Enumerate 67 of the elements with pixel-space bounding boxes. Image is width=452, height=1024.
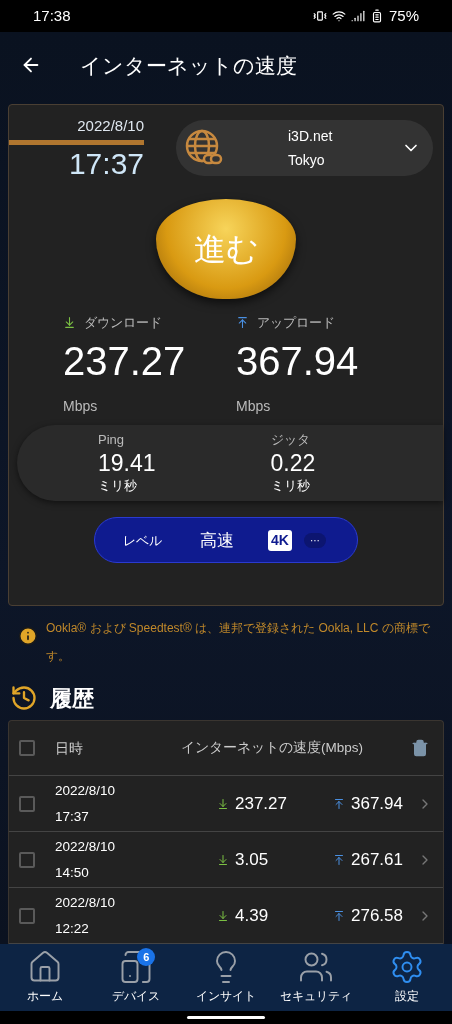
history-icon [10, 684, 38, 713]
row-date: 2022/8/10 [55, 893, 117, 912]
signal-icon [350, 9, 365, 24]
row-download: 4.39 [235, 905, 270, 927]
metric-value: 367.94 [236, 338, 360, 386]
history-title: 履歴 [50, 684, 94, 713]
download-icon [217, 797, 229, 810]
row-download: 3.05 [235, 849, 270, 871]
nav-tab[interactable]: 設定 [361, 944, 452, 1011]
row-date: 2022/8/10 [55, 837, 117, 856]
test-date: 2022/8/10 [77, 116, 144, 137]
nav-tab[interactable]: セキュリティ [271, 944, 362, 1011]
latency-value: 19.41 [98, 449, 157, 478]
count-badge: 6 [137, 948, 156, 967]
latency-unit: ミリ秒 [270, 477, 311, 496]
home-indicator[interactable] [187, 1015, 265, 1019]
server-location: Tokyo [288, 151, 326, 170]
page-title: インターネットの速度 [80, 52, 297, 79]
level-value: 高速 [200, 529, 234, 552]
row-date: 2022/8/10 [55, 781, 117, 800]
server-name: i3D.net [288, 127, 333, 146]
info-icon [18, 626, 38, 647]
latency-unit: ミリ秒 [98, 477, 138, 496]
upload-icon [333, 909, 345, 922]
row-upload: 367.94 [351, 793, 404, 815]
row-download: 237.27 [235, 793, 288, 815]
checkbox[interactable] [19, 740, 35, 757]
metric-label: アップロード [257, 313, 335, 332]
nav-tab[interactable]: インサイト [180, 944, 272, 1011]
row-time: 12:22 [55, 919, 90, 938]
upload-icon [333, 853, 345, 866]
wifi-icon [331, 9, 346, 24]
status-time: 17:38 [33, 5, 71, 26]
checkbox[interactable] [19, 795, 35, 812]
metric-value: 237.27 [63, 338, 187, 386]
metric-unit: Mbps [63, 397, 99, 417]
delete-icon[interactable] [411, 739, 429, 758]
row-upload: 267.61 [351, 849, 404, 871]
upload-icon [333, 797, 345, 810]
download-icon [63, 316, 76, 329]
history-row[interactable]: 2022/8/10 17:37 237.27 367.94 [9, 776, 443, 833]
download-icon [217, 853, 229, 866]
checkbox[interactable] [19, 907, 35, 924]
trademark-notice: Ookla® および Speedtest® は、連邦で登録された Ookla, LLC の商標です。 [46, 620, 431, 666]
checkbox[interactable] [19, 851, 35, 868]
upload-icon [236, 316, 249, 329]
battery-level: 75% [388, 5, 419, 26]
metric-label: ダウンロード [84, 313, 162, 332]
test-time: 17:37 [68, 146, 144, 181]
row-time: 14:50 [55, 863, 90, 882]
latency-label: Ping [98, 431, 126, 450]
latency-value: 0.22 [270, 449, 317, 478]
vibrate-icon [312, 9, 327, 24]
row-time: 17:37 [55, 807, 90, 826]
level-label: レベル [123, 531, 162, 550]
latency-label: ジッタ [270, 431, 311, 450]
download-icon [217, 909, 229, 922]
nav-tab[interactable]: デバイス 6 [90, 944, 181, 1011]
history-row[interactable]: 2022/8/10 14:50 3.05 267.61 [9, 832, 443, 889]
nav-tab[interactable]: ホーム [0, 944, 91, 1011]
row-upload: 276.58 [351, 905, 404, 927]
more-button[interactable]: ··· [303, 532, 326, 548]
server-selector[interactable]: i3D.net Tokyo [176, 120, 433, 176]
column-header: インターネットの速度(Mbps) [181, 739, 363, 758]
column-header: 日時 [55, 738, 83, 758]
quality-badge: 4K [268, 529, 292, 551]
metric-unit: Mbps [236, 397, 272, 417]
